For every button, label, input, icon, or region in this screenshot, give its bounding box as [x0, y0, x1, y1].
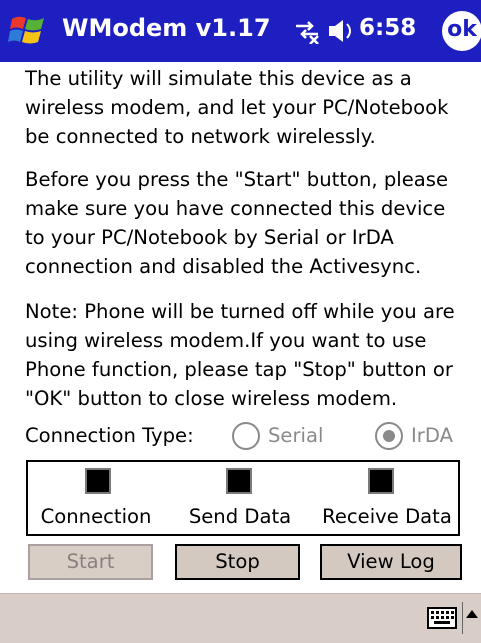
clock[interactable]: 6:58 [359, 15, 416, 41]
irda-radio-label[interactable]: IrDA [411, 424, 453, 447]
send-data-indicator-label: Send Data [188, 505, 292, 528]
windows-flag-icon[interactable] [8, 11, 50, 49]
stop-button[interactable]: Stop [175, 544, 300, 580]
send-data-indicator [226, 468, 252, 494]
keyboard-icon[interactable] [427, 607, 457, 629]
speaker-icon[interactable] [327, 18, 355, 44]
title-bar: WModem v1.17 6:58 ok [0, 0, 481, 62]
up-arrow-icon[interactable] [466, 610, 478, 618]
note-text: Note: Phone will be turned off while you… [25, 300, 455, 410]
receive-data-indicator-label: Receive Data [322, 505, 452, 528]
irda-radio[interactable] [375, 422, 403, 450]
instruction-text: Before you press the "Start" button, ple… [25, 168, 449, 278]
menu-bar [0, 593, 481, 643]
connection-indicator-label: Connection [40, 505, 152, 528]
receive-data-indicator [368, 468, 394, 494]
serial-radio[interactable] [232, 422, 260, 450]
ok-button[interactable]: ok [442, 11, 481, 51]
radio-selected-dot [383, 430, 395, 442]
sip-divider [462, 602, 463, 634]
description-text: The utility will simulate this device as… [25, 67, 449, 148]
connectivity-icon[interactable] [292, 18, 322, 44]
connection-indicator [85, 468, 111, 494]
start-button[interactable]: Start [28, 544, 153, 580]
app-title: WModem v1.17 [62, 14, 271, 42]
connection-type-label: Connection Type: [25, 424, 194, 447]
view-log-button[interactable]: View Log [320, 544, 462, 580]
serial-radio-label[interactable]: Serial [268, 424, 323, 447]
